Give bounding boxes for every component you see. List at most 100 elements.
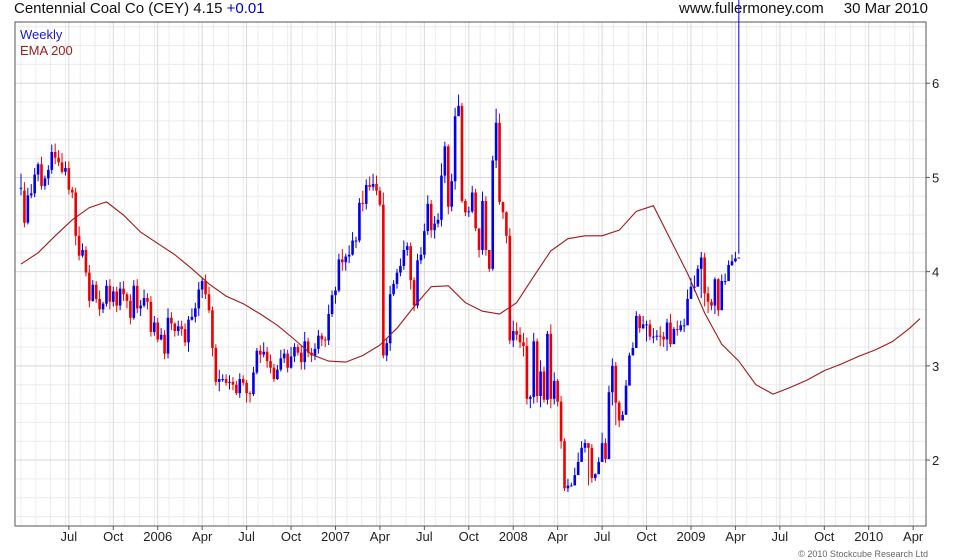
candle-body bbox=[183, 329, 187, 343]
candle-body bbox=[638, 315, 642, 329]
candle-body bbox=[655, 335, 659, 337]
candle-body bbox=[94, 284, 98, 299]
candle-body bbox=[245, 382, 248, 394]
candle-body bbox=[450, 181, 453, 207]
candle-body bbox=[330, 295, 334, 315]
y-tick-label: 3 bbox=[932, 359, 939, 374]
candle-body bbox=[429, 203, 433, 231]
x-tick-label: 2006 bbox=[143, 529, 172, 544]
candle-body bbox=[146, 298, 149, 302]
candle-body bbox=[347, 254, 351, 257]
candle-body bbox=[634, 315, 638, 348]
candle-body bbox=[111, 291, 115, 302]
candle-body bbox=[228, 381, 231, 383]
x-tick-label: 2008 bbox=[499, 529, 528, 544]
candle-body bbox=[296, 347, 300, 353]
candle-body bbox=[734, 258, 737, 262]
y-tick-label: 4 bbox=[932, 265, 939, 280]
candle-body bbox=[176, 326, 180, 331]
candle-body bbox=[313, 348, 317, 356]
candle-body bbox=[405, 246, 409, 250]
candle-body bbox=[207, 294, 211, 311]
candle-body bbox=[696, 268, 700, 287]
x-tick-label: Oct bbox=[103, 529, 124, 544]
candle-body bbox=[419, 254, 423, 261]
candle-body bbox=[628, 355, 631, 386]
legend-ema: EMA 200 bbox=[20, 43, 73, 58]
candle-body bbox=[358, 202, 361, 241]
candle-body bbox=[488, 249, 491, 269]
candle-body bbox=[552, 380, 556, 399]
candle-body bbox=[440, 175, 443, 220]
candle-body bbox=[494, 122, 498, 161]
candle-body bbox=[139, 305, 142, 309]
candle-body bbox=[573, 475, 577, 486]
x-tick-label: 2007 bbox=[321, 529, 350, 544]
candle-body bbox=[221, 379, 224, 381]
candle-body bbox=[525, 346, 529, 399]
candle-body bbox=[334, 290, 337, 296]
candle-body bbox=[699, 257, 703, 269]
candle-body bbox=[33, 174, 36, 194]
candle-body bbox=[149, 301, 153, 332]
candle-body bbox=[214, 347, 218, 382]
candle-body bbox=[375, 184, 378, 191]
candle-body bbox=[672, 329, 676, 345]
candle-body bbox=[423, 231, 426, 255]
price-chart: 2 3 4 5 6 Jul Oct 2006 Apr Jul Oct 2007 Apr Jul Oct 200… bbox=[14, 0, 939, 544]
candle-body bbox=[159, 334, 163, 340]
candle-body bbox=[204, 281, 207, 295]
candle-body bbox=[43, 178, 47, 186]
candle-body bbox=[703, 257, 706, 294]
candle-body bbox=[115, 291, 119, 306]
candle-body bbox=[624, 385, 628, 415]
candle-body bbox=[402, 249, 406, 266]
candle-body bbox=[289, 356, 293, 368]
candle-body bbox=[135, 285, 139, 309]
candle-body bbox=[576, 461, 580, 476]
candle-body bbox=[686, 298, 689, 326]
candle-body bbox=[235, 384, 238, 394]
candle-body bbox=[217, 379, 221, 382]
candle-body bbox=[156, 322, 160, 340]
candle-body bbox=[658, 335, 662, 337]
candle-body bbox=[101, 303, 105, 310]
candle-body bbox=[77, 235, 81, 256]
candle-body bbox=[474, 192, 477, 229]
x-tick-label: Jul bbox=[594, 529, 611, 544]
candle-body bbox=[467, 211, 471, 213]
candle-body bbox=[67, 168, 71, 190]
candle-body bbox=[665, 322, 669, 340]
candle-body bbox=[669, 322, 672, 345]
candle-body bbox=[395, 272, 399, 284]
candle-body bbox=[460, 105, 464, 201]
candle-body bbox=[590, 447, 594, 478]
x-tick-label: Jul bbox=[238, 529, 255, 544]
candle-body bbox=[293, 347, 296, 357]
plot-frame bbox=[14, 21, 927, 527]
candle-body bbox=[720, 281, 724, 311]
candle-body bbox=[74, 192, 77, 236]
candle-body bbox=[105, 285, 108, 304]
candle-body bbox=[587, 443, 590, 448]
candle-body bbox=[166, 317, 170, 354]
candle-body bbox=[180, 326, 183, 330]
x-tick-label: 2010 bbox=[854, 529, 883, 544]
candle-body bbox=[142, 298, 146, 306]
candle-body bbox=[19, 187, 23, 189]
x-tick-label: Jul bbox=[416, 529, 433, 544]
candle-body bbox=[607, 392, 611, 460]
candle-body bbox=[682, 325, 686, 327]
candle-body bbox=[248, 393, 252, 395]
candle-body bbox=[676, 329, 679, 331]
candle-body bbox=[26, 195, 30, 223]
candle-body bbox=[272, 367, 276, 380]
candle-body bbox=[457, 105, 460, 117]
candle-body bbox=[717, 279, 720, 311]
candle-body bbox=[409, 246, 412, 281]
candle-body bbox=[258, 350, 262, 355]
candle-body bbox=[53, 152, 57, 158]
candle-body bbox=[153, 322, 156, 332]
candle-body bbox=[317, 335, 320, 349]
candle-body bbox=[433, 223, 436, 231]
